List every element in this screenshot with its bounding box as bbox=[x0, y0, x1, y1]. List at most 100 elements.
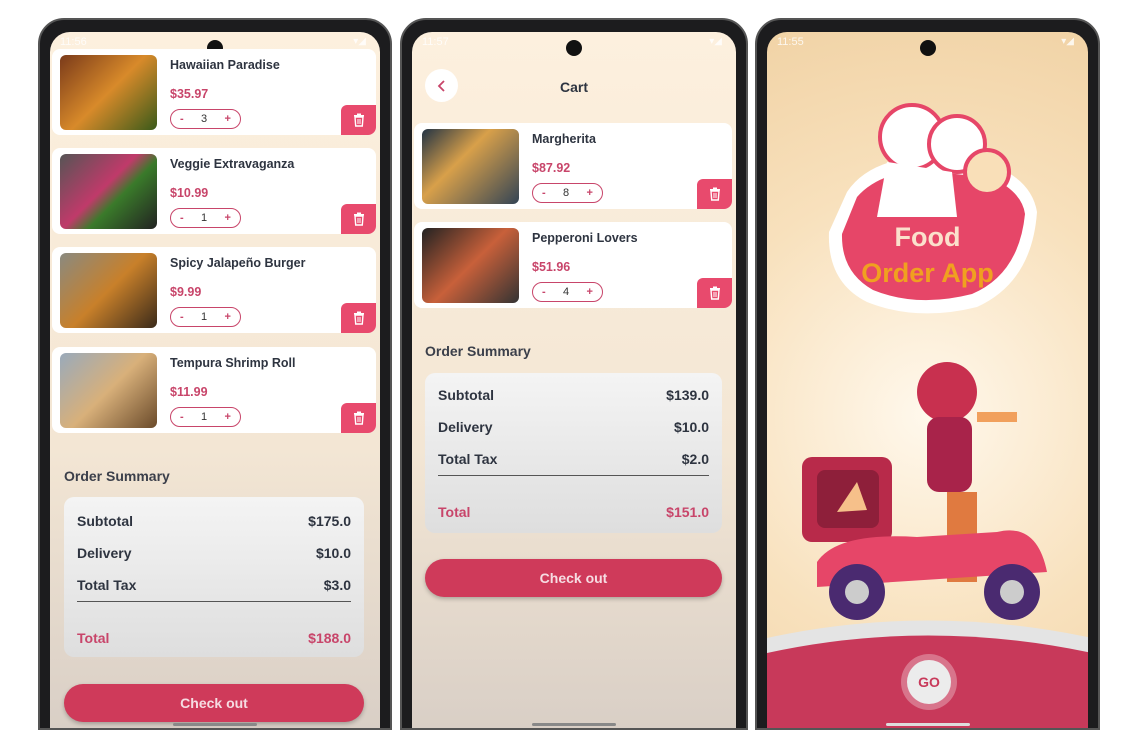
increment-button[interactable]: + bbox=[225, 212, 231, 224]
increment-button[interactable]: + bbox=[225, 311, 231, 323]
decrement-button[interactable]: - bbox=[180, 311, 184, 323]
decrement-button[interactable]: - bbox=[180, 113, 184, 125]
delete-button[interactable] bbox=[341, 204, 376, 234]
order-summary-title: Order Summary bbox=[425, 343, 531, 359]
logo-text-order-app: Order App bbox=[861, 258, 994, 288]
subtotal-row: Subtotal $175.0 bbox=[77, 513, 351, 529]
delivery-label: Delivery bbox=[77, 545, 132, 561]
delete-button[interactable] bbox=[341, 303, 376, 333]
food-image bbox=[60, 253, 157, 328]
quantity-value: 3 bbox=[201, 113, 208, 125]
item-price: $35.97 bbox=[170, 87, 209, 101]
camera bbox=[566, 40, 582, 56]
item-price: $10.99 bbox=[170, 186, 209, 200]
total-value: $188.0 bbox=[308, 630, 351, 646]
signal-icon: ▾◢ bbox=[709, 36, 722, 47]
tax-row: Total Tax $3.0 bbox=[77, 577, 351, 593]
subtotal-value: $175.0 bbox=[308, 513, 351, 529]
signal-icon: ▾◢ bbox=[1061, 36, 1074, 47]
increment-button[interactable]: + bbox=[587, 286, 593, 298]
order-summary-title: Order Summary bbox=[64, 468, 170, 484]
cart-item: Margherita $87.92 - 8 + bbox=[414, 123, 732, 209]
delete-button[interactable] bbox=[697, 179, 732, 209]
quantity-value: 1 bbox=[201, 212, 208, 224]
delivery-label: Delivery bbox=[438, 419, 493, 435]
item-name: Hawaiian Paradise bbox=[170, 58, 280, 72]
item-name: Tempura Shrimp Roll bbox=[170, 356, 296, 370]
total-value: $151.0 bbox=[666, 504, 709, 520]
total-row: Total $188.0 bbox=[77, 630, 351, 646]
quantity-value: 1 bbox=[201, 311, 208, 323]
subtotal-row: Subtotal $139.0 bbox=[438, 387, 709, 403]
tax-label: Total Tax bbox=[438, 451, 498, 467]
total-row: Total $151.0 bbox=[438, 504, 709, 520]
order-summary-box: Subtotal $175.0 Delivery $10.0 Total Tax $3… bbox=[64, 497, 364, 657]
delivery-value: $10.0 bbox=[673, 419, 709, 435]
item-name: Veggie Extravaganza bbox=[170, 157, 295, 171]
increment-button[interactable]: + bbox=[225, 411, 231, 423]
decrement-button[interactable]: - bbox=[180, 212, 184, 224]
cart-item: Veggie Extravaganza $10.99 - 1 + bbox=[52, 148, 376, 234]
decrement-button[interactable]: - bbox=[180, 411, 184, 423]
cart-item: Spicy Jalapeño Burger $9.99 - 1 + bbox=[52, 247, 376, 333]
trash-icon bbox=[353, 411, 364, 425]
quantity-stepper: - 1 + bbox=[170, 307, 241, 327]
quantity-stepper: - 1 + bbox=[170, 208, 241, 228]
increment-button[interactable]: + bbox=[587, 187, 593, 199]
home-indicator[interactable] bbox=[173, 723, 257, 726]
quantity-value: 1 bbox=[201, 411, 208, 423]
trash-icon bbox=[353, 113, 364, 127]
quantity-stepper: - 4 + bbox=[532, 282, 603, 302]
page-title: Cart bbox=[559, 79, 588, 95]
cart-item: Hawaiian Paradise $35.97 - 3 + bbox=[52, 49, 376, 135]
status-time: 11:57 bbox=[422, 36, 449, 48]
phone-cart-scrolled: 11:56 ▾◢ Hawaiian Paradise $35.97 - 3 + Ve… bbox=[38, 18, 392, 730]
decrement-button[interactable]: - bbox=[542, 187, 546, 199]
delete-button[interactable] bbox=[341, 403, 376, 433]
delivery-value: $10.0 bbox=[315, 545, 351, 561]
food-image bbox=[422, 228, 519, 303]
total-label: Total bbox=[77, 630, 110, 646]
decrement-button[interactable]: - bbox=[542, 286, 546, 298]
checkout-button[interactable]: Check out bbox=[64, 684, 364, 722]
divider bbox=[438, 475, 709, 476]
quantity-value: 8 bbox=[563, 187, 570, 199]
phone-cart: 11:57 ▾◢ Cart Margherita $87.92 - 8 + Pepp… bbox=[400, 18, 748, 730]
item-name: Margherita bbox=[532, 132, 596, 146]
delivery-row: Delivery $10.0 bbox=[77, 545, 351, 561]
subtotal-value: $139.0 bbox=[666, 387, 709, 403]
quantity-stepper: - 3 + bbox=[170, 109, 241, 129]
tax-label: Total Tax bbox=[77, 577, 137, 593]
item-name: Spicy Jalapeño Burger bbox=[170, 256, 306, 270]
checkout-button[interactable]: Check out bbox=[425, 559, 722, 597]
item-price: $51.96 bbox=[532, 260, 571, 274]
quantity-stepper: - 1 + bbox=[170, 407, 241, 427]
tax-row: Total Tax $2.0 bbox=[438, 451, 709, 467]
trash-icon bbox=[709, 286, 720, 300]
delete-button[interactable] bbox=[341, 105, 376, 135]
quantity-value: 4 bbox=[563, 286, 570, 298]
increment-button[interactable]: + bbox=[225, 113, 231, 125]
home-indicator[interactable] bbox=[885, 723, 970, 726]
cart-item: Pepperoni Lovers $51.96 - 4 + bbox=[414, 222, 732, 308]
quantity-stepper: - 8 + bbox=[532, 183, 603, 203]
delivery-scooter-illustration bbox=[802, 362, 1047, 620]
splash-screen: 11:55 ▾◢ Food Order App GO bbox=[767, 32, 1088, 728]
logo-text-food: Food bbox=[894, 222, 961, 252]
food-image bbox=[60, 55, 157, 130]
cart-screen-scrolled: 11:56 ▾◢ Hawaiian Paradise $35.97 - 3 + Ve… bbox=[50, 32, 380, 728]
trash-icon bbox=[709, 187, 720, 201]
item-name: Pepperoni Lovers bbox=[532, 231, 638, 245]
home-indicator[interactable] bbox=[532, 723, 616, 726]
phone-splash: 11:55 ▾◢ Food Order App GO bbox=[755, 18, 1100, 730]
delete-button[interactable] bbox=[697, 278, 732, 308]
signal-icon: ▾◢ bbox=[353, 36, 366, 47]
camera bbox=[919, 40, 936, 56]
trash-icon bbox=[353, 212, 364, 226]
go-button[interactable]: GO bbox=[907, 660, 951, 704]
status-time: 11:55 bbox=[777, 36, 804, 48]
trash-icon bbox=[353, 311, 364, 325]
cart-item: Tempura Shrimp Roll $11.99 - 1 + bbox=[52, 347, 376, 433]
food-image bbox=[60, 353, 157, 428]
delivery-row: Delivery $10.0 bbox=[438, 419, 709, 435]
